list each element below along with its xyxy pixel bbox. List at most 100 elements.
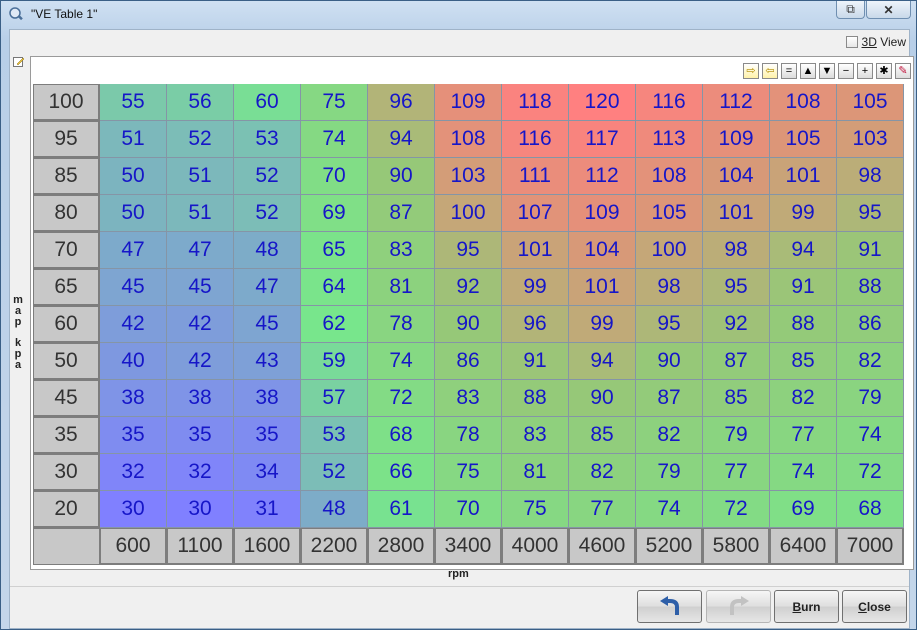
ve-cell[interactable]: 55 (100, 84, 167, 121)
ve-cell[interactable]: 103 (837, 121, 904, 158)
ve-cell[interactable]: 30 (100, 491, 167, 528)
ve-cell[interactable]: 92 (435, 269, 502, 306)
ve-cell[interactable]: 90 (636, 343, 703, 380)
ve-cell[interactable]: 99 (569, 306, 636, 343)
burn-button[interactable]: Burn (774, 590, 839, 623)
ve-cell[interactable]: 104 (569, 232, 636, 269)
ve-cell[interactable]: 94 (569, 343, 636, 380)
edit-table-icon[interactable] (13, 56, 25, 68)
ve-cell[interactable]: 112 (703, 84, 770, 121)
ve-cell[interactable]: 85 (569, 417, 636, 454)
ve-cell[interactable]: 82 (636, 417, 703, 454)
ve-cell[interactable]: 52 (301, 454, 368, 491)
ve-cell[interactable]: 100 (636, 232, 703, 269)
ve-cell[interactable]: 109 (435, 84, 502, 121)
view3d-toggle[interactable]: 3D View (845, 35, 906, 49)
ve-cell[interactable]: 77 (770, 417, 837, 454)
x-axis-value[interactable]: 5800 (703, 528, 770, 565)
ve-cell[interactable]: 99 (770, 195, 837, 232)
ve-cell[interactable]: 64 (301, 269, 368, 306)
ve-cell[interactable]: 40 (100, 343, 167, 380)
x-axis-value[interactable]: 4600 (569, 528, 636, 565)
ve-cell[interactable]: 81 (502, 454, 569, 491)
ve-cell[interactable]: 82 (770, 380, 837, 417)
minus-icon[interactable]: − (838, 63, 854, 79)
x-axis-value[interactable]: 1600 (234, 528, 301, 565)
ve-cell[interactable]: 103 (435, 158, 502, 195)
ve-cell[interactable]: 108 (770, 84, 837, 121)
y-axis-value[interactable]: 65 (33, 269, 100, 306)
ve-cell[interactable]: 70 (435, 491, 502, 528)
ve-cell[interactable]: 47 (100, 232, 167, 269)
ve-cell[interactable]: 75 (435, 454, 502, 491)
ve-cell[interactable]: 75 (502, 491, 569, 528)
ve-cell[interactable]: 98 (636, 269, 703, 306)
ve-cell[interactable]: 52 (234, 195, 301, 232)
ve-cell[interactable]: 111 (502, 158, 569, 195)
y-axis-value[interactable]: 20 (33, 491, 100, 528)
x-axis-value[interactable]: 600 (100, 528, 167, 565)
ve-cell[interactable]: 51 (167, 158, 234, 195)
ve-cell[interactable]: 79 (636, 454, 703, 491)
ve-cell[interactable]: 82 (837, 343, 904, 380)
y-axis-value[interactable]: 30 (33, 454, 100, 491)
ve-cell[interactable]: 96 (368, 84, 435, 121)
ve-cell[interactable]: 74 (368, 343, 435, 380)
ve-cell[interactable]: 57 (301, 380, 368, 417)
ve-cell[interactable]: 87 (368, 195, 435, 232)
ve-cell[interactable]: 42 (167, 306, 234, 343)
ve-cell[interactable]: 90 (435, 306, 502, 343)
ve-cell[interactable]: 42 (100, 306, 167, 343)
ve-cell[interactable]: 68 (368, 417, 435, 454)
ve-cell[interactable]: 32 (100, 454, 167, 491)
ve-cell[interactable]: 85 (703, 380, 770, 417)
ve-cell[interactable]: 95 (435, 232, 502, 269)
ve-cell[interactable]: 112 (569, 158, 636, 195)
ve-cell[interactable]: 101 (703, 195, 770, 232)
ve-cell[interactable]: 88 (502, 380, 569, 417)
ve-cell[interactable]: 107 (502, 195, 569, 232)
ve-cell[interactable]: 38 (234, 380, 301, 417)
ve-cell[interactable]: 45 (100, 269, 167, 306)
x-axis-value[interactable]: 2200 (301, 528, 368, 565)
ve-cell[interactable]: 48 (301, 491, 368, 528)
ve-cell[interactable]: 101 (569, 269, 636, 306)
ve-cell[interactable]: 94 (368, 121, 435, 158)
ve-cell[interactable]: 87 (636, 380, 703, 417)
ve-cell[interactable]: 91 (502, 343, 569, 380)
ve-cell[interactable]: 69 (301, 195, 368, 232)
ve-cell[interactable]: 113 (636, 121, 703, 158)
restore-button[interactable]: ⧉ (836, 1, 865, 19)
x-axis-value[interactable]: 2800 (368, 528, 435, 565)
ve-cell[interactable]: 50 (100, 158, 167, 195)
ve-cell[interactable]: 30 (167, 491, 234, 528)
ve-cell[interactable]: 98 (837, 158, 904, 195)
x-axis-value[interactable]: 7000 (837, 528, 904, 565)
ve-cell[interactable]: 65 (301, 232, 368, 269)
ve-cell[interactable]: 91 (837, 232, 904, 269)
ve-cell[interactable]: 83 (435, 380, 502, 417)
ve-cell[interactable]: 86 (435, 343, 502, 380)
ve-cell[interactable]: 47 (234, 269, 301, 306)
ve-cell[interactable]: 90 (368, 158, 435, 195)
ve-cell[interactable]: 109 (569, 195, 636, 232)
ve-cell[interactable]: 81 (368, 269, 435, 306)
increase-icon[interactable]: ▲ (800, 63, 816, 79)
ve-cell[interactable]: 38 (100, 380, 167, 417)
ve-cell[interactable]: 117 (569, 121, 636, 158)
ve-cell[interactable]: 35 (100, 417, 167, 454)
ve-cell[interactable]: 96 (502, 306, 569, 343)
ve-cell[interactable]: 31 (234, 491, 301, 528)
x-axis-value[interactable]: 4000 (502, 528, 569, 565)
ve-cell[interactable]: 79 (837, 380, 904, 417)
ve-cell[interactable]: 51 (100, 121, 167, 158)
ve-cell[interactable]: 35 (234, 417, 301, 454)
shift-right-icon[interactable]: ⇨ (743, 63, 759, 79)
ve-cell[interactable]: 72 (837, 454, 904, 491)
ve-cell[interactable]: 70 (301, 158, 368, 195)
ve-cell[interactable]: 79 (703, 417, 770, 454)
ve-cell[interactable]: 60 (234, 84, 301, 121)
ve-cell[interactable]: 105 (837, 84, 904, 121)
y-axis-value[interactable]: 50 (33, 343, 100, 380)
y-axis-value[interactable]: 100 (33, 84, 100, 121)
